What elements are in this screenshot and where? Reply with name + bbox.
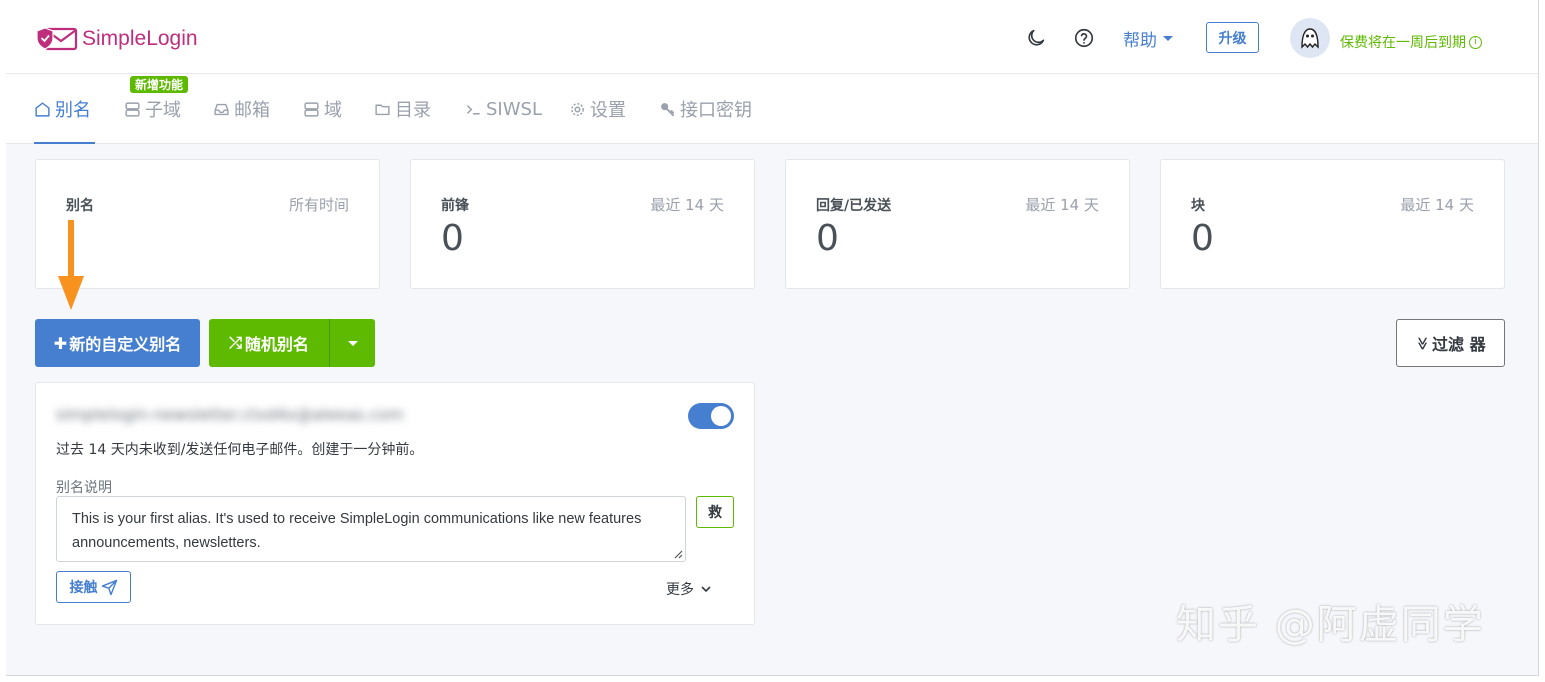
alias-enabled-toggle[interactable] bbox=[688, 403, 734, 429]
stat-value: 0 bbox=[816, 218, 839, 259]
logo-text: SimpleLogin bbox=[82, 27, 198, 50]
button-label: 过滤 器 bbox=[1432, 335, 1486, 354]
help-circle-icon[interactable] bbox=[1073, 27, 1095, 49]
note-text: This is your first alias. It's used to r… bbox=[72, 511, 642, 551]
tab-siwsl[interactable]: SIWSL bbox=[465, 96, 542, 122]
stat-card-replies: 回复/已发送 最近 14 天 0 bbox=[785, 159, 1130, 289]
terminal-icon bbox=[467, 104, 480, 114]
ghost-avatar-icon bbox=[1301, 28, 1319, 49]
inbox-icon bbox=[214, 103, 229, 115]
gear-icon bbox=[571, 102, 584, 116]
tab-label: 别名 bbox=[55, 100, 91, 121]
toggle-knob bbox=[711, 406, 731, 426]
button-label: 随机别名 bbox=[244, 335, 309, 354]
watermark: 知乎 @阿虚同学 bbox=[1176, 602, 1485, 648]
avatar[interactable] bbox=[1290, 18, 1330, 58]
tab-api-keys[interactable]: 接口密钥 bbox=[659, 96, 752, 122]
stat-value: 0 bbox=[1191, 218, 1214, 259]
note-label: 别名说明 bbox=[56, 480, 112, 496]
alias-card: simplelogin-newsletter.ctxd4x@aleeas.com… bbox=[35, 382, 755, 625]
button-label: 接触 bbox=[69, 580, 98, 596]
tab-label: 接口密钥 bbox=[680, 100, 752, 121]
tab-label: 设置 bbox=[590, 100, 626, 121]
stat-card-blocks: 块 最近 14 天 0 bbox=[1160, 159, 1505, 289]
contact-button[interactable]: 接触 bbox=[56, 571, 131, 603]
plus-icon: ✚ bbox=[53, 333, 68, 353]
tab-label: 目录 bbox=[395, 100, 431, 121]
active-tab-indicator bbox=[34, 142, 95, 144]
tab-directories[interactable]: 目录 bbox=[374, 96, 431, 122]
stat-value: 0 bbox=[441, 218, 464, 259]
stat-card-forwards: 前锋 最近 14 天 0 bbox=[410, 159, 755, 289]
double-chevron-down-icon: ≫ bbox=[1414, 336, 1430, 350]
filter-button[interactable]: ≫ 过滤 器 bbox=[1396, 319, 1505, 367]
key-icon bbox=[661, 102, 675, 116]
envelope-shield-icon bbox=[36, 27, 78, 51]
annotation-arrow bbox=[58, 220, 84, 310]
save-note-button[interactable]: 救 bbox=[696, 496, 734, 528]
server-icon bbox=[125, 101, 140, 117]
tab-aliases[interactable]: 别名 bbox=[34, 96, 91, 122]
help-label: 帮助 bbox=[1123, 31, 1157, 51]
tab-mailboxes[interactable]: 邮箱 bbox=[213, 96, 270, 122]
top-header: SimpleLogin 帮助 升级 保费将在一周后到期 i bbox=[6, 0, 1538, 74]
tab-subdomains[interactable]: 子域 bbox=[124, 96, 181, 122]
resize-handle-icon[interactable] bbox=[674, 550, 683, 559]
more-options-link[interactable]: 更多 bbox=[666, 579, 712, 599]
random-alias-options-button[interactable] bbox=[329, 319, 375, 367]
alias-note-textarea[interactable]: This is your first alias. It's used to r… bbox=[56, 496, 686, 562]
tab-label: SIWSL bbox=[486, 98, 542, 120]
send-icon bbox=[101, 579, 117, 595]
stat-label: 别名 bbox=[66, 198, 94, 214]
stat-card-aliases: 别名 所有时间 bbox=[35, 159, 380, 289]
alias-email[interactable]: simplelogin-newsletter.ctxd4x@aleeas.com bbox=[56, 405, 404, 424]
tab-label: 邮箱 bbox=[234, 100, 270, 121]
logo[interactable]: SimpleLogin bbox=[34, 24, 198, 54]
new-custom-alias-button[interactable]: ✚ 新的自定义别名 bbox=[35, 319, 200, 367]
expiry-text: 保费将在一周后到期 bbox=[1340, 35, 1466, 51]
more-label: 更多 bbox=[666, 582, 694, 598]
tab-settings[interactable]: 设置 bbox=[569, 96, 626, 122]
chevron-down-icon bbox=[1163, 36, 1173, 41]
tab-label: 子域 bbox=[145, 100, 181, 121]
subscription-expiry[interactable]: 保费将在一周后到期 i bbox=[1340, 32, 1482, 52]
server-icon bbox=[304, 101, 319, 117]
info-icon: i bbox=[1469, 35, 1482, 49]
shuffle-icon: ⤮ bbox=[229, 333, 242, 352]
tab-domains[interactable]: 域 bbox=[303, 96, 342, 122]
random-alias-button[interactable]: ⤮ 随机别名 bbox=[209, 319, 329, 367]
alias-activity: 过去 14 天内未收到/发送任何电子邮件。创建于一分钟前。 bbox=[56, 442, 424, 458]
stat-label: 前锋 bbox=[441, 198, 469, 214]
chevron-down-icon bbox=[701, 586, 711, 593]
folder-icon bbox=[375, 104, 390, 115]
tab-label: 域 bbox=[324, 100, 342, 121]
caret-down-icon bbox=[347, 340, 358, 346]
home-icon bbox=[35, 101, 50, 117]
help-dropdown[interactable]: 帮助 bbox=[1123, 26, 1173, 51]
new-feature-badge: 新增功能 bbox=[130, 76, 189, 93]
button-label: 新的自定义别名 bbox=[69, 335, 182, 354]
stat-period: 最近 14 天 bbox=[1025, 196, 1099, 214]
upgrade-button[interactable]: 升级 bbox=[1206, 22, 1259, 53]
stat-label: 块 bbox=[1191, 198, 1205, 214]
moon-icon[interactable] bbox=[1025, 27, 1047, 49]
main-nav: 新增功能 别名 子域 邮箱 域 目录 SIWSL 设置 接口密钥 bbox=[6, 74, 1538, 144]
app-window: SimpleLogin 帮助 升级 保费将在一周后到期 i 新增功能 别名 子域… bbox=[6, 0, 1539, 676]
stat-period: 最近 14 天 bbox=[1400, 196, 1474, 214]
stat-label: 回复/已发送 bbox=[816, 198, 892, 214]
stat-period: 所有时间 bbox=[288, 196, 349, 214]
stat-period: 最近 14 天 bbox=[650, 196, 724, 214]
